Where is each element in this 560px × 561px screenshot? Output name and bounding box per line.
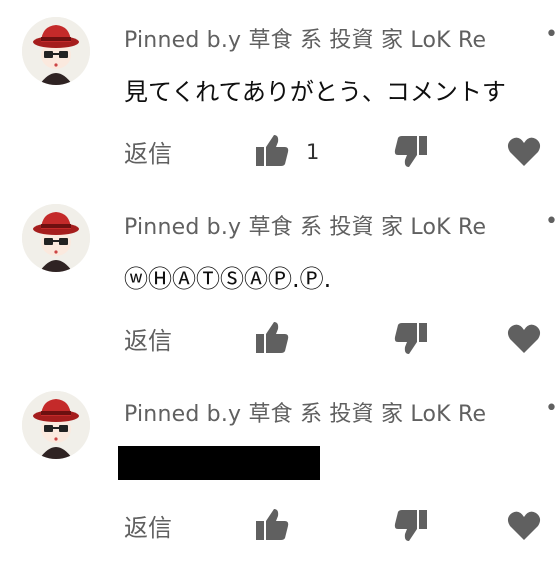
avatar[interactable] [22,391,90,459]
redacted-comment-text [118,446,320,480]
heart-icon[interactable] [506,132,542,170]
reply-button[interactable]: 返信 [124,134,172,169]
thumb-down-icon[interactable] [393,506,429,544]
heart-icon[interactable] [506,506,542,544]
heart-icon[interactable] [506,319,542,357]
more-vert-icon[interactable]: • [545,396,558,421]
comment-item: Pinned b.y 草食 系 投資 家 LoK Re • 返信 [0,374,560,561]
comment-item: Pinned b.y 草食 系 投資 家 LoK Re • 見てくれてありがとう… [0,0,560,187]
thumb-up-icon[interactable] [254,506,290,544]
reply-button[interactable]: 返信 [124,508,172,543]
comment-item: Pinned b.y 草食 系 投資 家 LoK Re • ⓦⒽⒶⓉⓈⒶⓅ.Ⓟ.… [0,187,560,374]
comment-text: 見てくれてありがとう、コメントす [124,78,506,106]
comment-author[interactable]: Pinned b.y 草食 系 投資 家 LoK Re [124,209,486,241]
thumb-down-icon[interactable] [393,319,429,357]
reply-button[interactable]: 返信 [124,321,172,356]
like-count: 1 [306,140,320,164]
comment-author[interactable]: Pinned b.y 草食 系 投資 家 LoK Re [124,396,486,428]
more-vert-icon[interactable]: • [545,22,558,47]
avatar[interactable] [22,204,90,272]
thumb-up-icon[interactable] [254,319,290,357]
comment-author[interactable]: Pinned b.y 草食 系 投資 家 LoK Re [124,22,486,54]
avatar[interactable] [22,17,90,85]
comment-text: ⓦⒽⒶⓉⓈⒶⓅ.Ⓟ. [124,265,332,293]
comment-actions: 返信 1 [0,132,560,172]
more-vert-icon[interactable]: • [545,209,558,234]
thumb-down-icon[interactable] [393,132,429,170]
comment-actions: 返信 [0,319,560,359]
thumb-up-icon[interactable] [254,132,290,170]
comment-actions: 返信 [0,506,560,546]
